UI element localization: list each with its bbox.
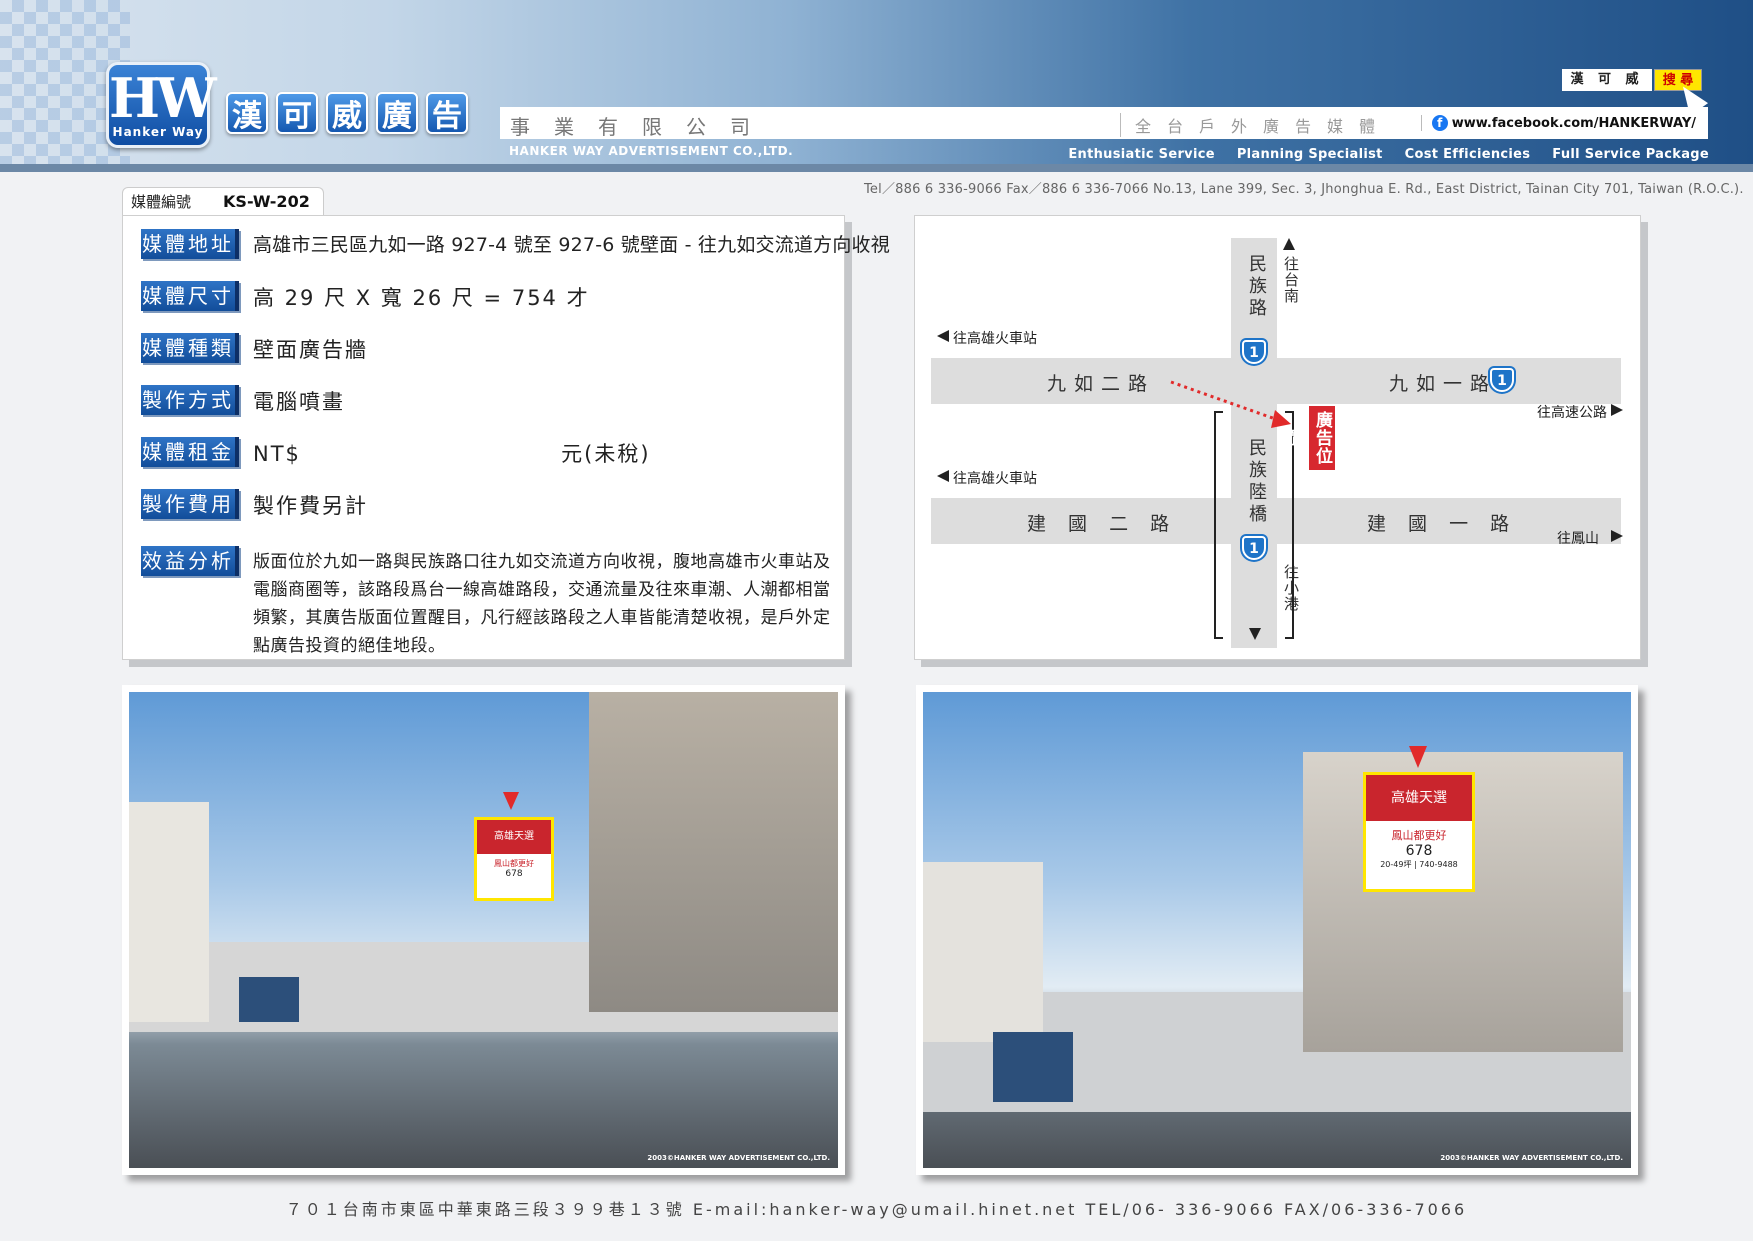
billboard: 高雄天選 鳳山都更好 678	[474, 817, 554, 901]
brand-char: 可	[276, 92, 318, 134]
row-value: NT$ 元(未稅)	[253, 442, 651, 466]
billboard-title: 高雄天選	[1366, 775, 1472, 821]
map-lines	[1170, 380, 1294, 639]
tag-item: Enthusiatic Service	[1068, 147, 1215, 162]
brand-char: 告	[426, 92, 468, 134]
row-label: 製作費用	[141, 489, 239, 519]
facebook-icon: f	[1431, 115, 1448, 131]
footer-contact: ７０１台南市東區中華東路三段３９９巷１３號 E-mail:hanker-way@…	[285, 1200, 1468, 1219]
building-left	[923, 862, 1043, 1042]
row-value: 版面位於九如一路與民族路口往九如交流道方向收視，腹地高雄市火車站及電腦商圈等，該…	[253, 552, 831, 656]
media-code: KS-W-202	[223, 192, 310, 211]
tag-item: Full Service Package	[1552, 147, 1709, 162]
row-label: 製作方式	[141, 385, 239, 415]
billboard-sub: 鳳山都更好	[494, 859, 534, 868]
row-label: 媒體租金	[141, 437, 239, 467]
row-label: 媒體尺寸	[141, 281, 239, 311]
billboard-title: 高雄天選	[477, 820, 551, 854]
hw-logo[interactable]: HW Hanker Way	[106, 62, 217, 148]
media-code-tab: 媒體編號 KS-W-202	[122, 187, 324, 215]
arrow-down-icon	[1409, 746, 1427, 768]
bridge-bracket-left	[1214, 411, 1223, 639]
arrow-down-icon	[503, 792, 519, 810]
row-label: 媒體種類	[141, 333, 239, 363]
sightline	[1170, 380, 1282, 423]
brand-name: 漢 可 威 廣 告	[226, 92, 468, 134]
row-value: 製作費另計	[253, 494, 368, 518]
street-photo-2: 高雄天選 鳳山都更好 678 20-49坪 | 740-9488 2003©HA…	[916, 685, 1638, 1175]
row-value: 高 29 尺 X 寬 26 尺 = 754 才	[253, 286, 590, 310]
facebook-link[interactable]: f www.facebook.com/HANKERWAY/	[1420, 115, 1696, 131]
header-band	[0, 164, 1753, 172]
search-keyword[interactable]: 漢 可 威	[1562, 69, 1652, 91]
building-left	[129, 802, 209, 1022]
row-value: 電腦噴畫	[253, 390, 345, 414]
row-label: 媒體地址	[141, 229, 239, 259]
logo-text: HW	[109, 66, 217, 130]
billboard-price: 678	[1405, 843, 1433, 859]
building-right	[589, 692, 838, 1012]
photo-copyright: 2003©HANKER WAY ADVERTISEMENT CO.,LTD.	[647, 1154, 830, 1162]
street-photo-1: 高雄天選 鳳山都更好 678 2003©HANKER WAY ADVERTISE…	[122, 685, 845, 1175]
row-value: 壁面廣告牆	[253, 338, 368, 362]
photo-copyright: 2003©HANKER WAY ADVERTISEMENT CO.,LTD.	[1440, 1154, 1623, 1162]
brand-char: 漢	[226, 92, 268, 134]
service-tags: Enthusiatic Service Planning Specialist …	[1068, 147, 1709, 162]
tag-item: Cost Efficiencies	[1404, 147, 1531, 162]
header-banner: HW Hanker Way 漢 可 威 廣 告 事業有限公司 全台戶外廣告媒體 …	[0, 0, 1753, 172]
billboard-sub: 鳳山都更好	[1391, 829, 1447, 842]
facebook-url: www.facebook.com/HANKERWAY/	[1451, 116, 1696, 131]
row-label: 效益分析	[141, 546, 239, 576]
company-name-en: HANKER WAY ADVERTISEMENT CO.,LTD.	[509, 144, 794, 158]
company-name: 事業有限公司	[510, 115, 774, 139]
contact-line: Tel／886 6 336-9066 Fax／886 6 336-7066 No…	[864, 182, 1744, 197]
photo-scene: 高雄天選 鳳山都更好 678 2003©HANKER WAY ADVERTISE…	[129, 692, 838, 1168]
company-bar: 事業有限公司 全台戶外廣告媒體 f www.facebook.com/HANKER…	[500, 107, 1708, 139]
photo-scene: 高雄天選 鳳山都更好 678 20-49坪 | 740-9488 2003©HA…	[923, 692, 1631, 1168]
logo-sub: Hanker Way	[112, 125, 204, 139]
ad-location-marker: 廣告位置	[1286, 406, 1335, 470]
media-code-label: 媒體編號	[131, 193, 192, 211]
billboard: 高雄天選 鳳山都更好 678 20-49坪 | 740-9488	[1363, 772, 1475, 892]
brand-char: 廣	[376, 92, 418, 134]
tagline: 全台戶外廣告媒體	[1120, 113, 1391, 137]
billboard-phone: 20-49坪 | 740-9488	[1380, 860, 1458, 869]
truck	[993, 1032, 1073, 1102]
billboard-price: 678	[505, 869, 523, 879]
location-map: 九如二路 九如一路 建 國 二 路 建 國 一 路 民族路 民族陸橋 1 1 1…	[914, 215, 1641, 660]
row-value: 高雄市三民區九如一路 927-4 號至 927-6 號壁面 - 往九如交流道方向…	[253, 234, 890, 256]
tag-item: Planning Specialist	[1236, 147, 1383, 162]
truck	[239, 977, 299, 1022]
brand-char: 威	[326, 92, 368, 134]
media-info-panel: 媒體地址 高雄市三民區九如一路 927-4 號至 927-6 號壁面 - 往九如…	[122, 215, 890, 660]
